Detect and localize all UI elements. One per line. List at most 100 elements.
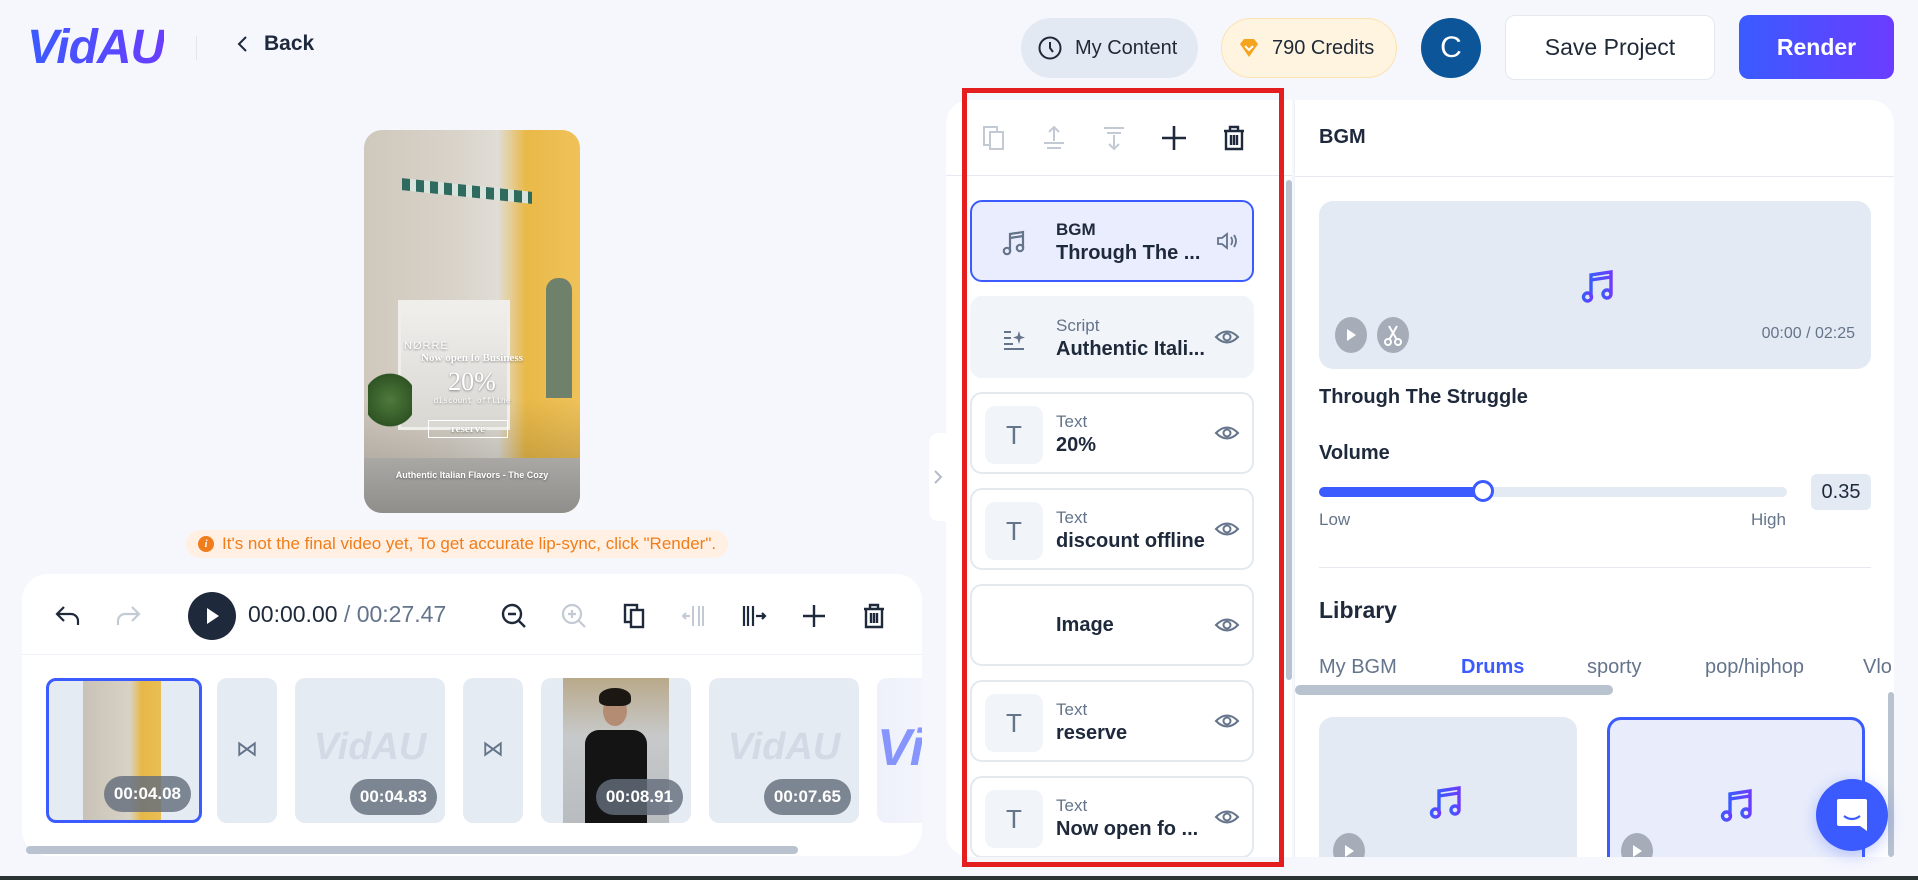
panel-divider — [1295, 176, 1894, 177]
clip-watermark: VidAU — [727, 726, 841, 768]
clip-5[interactable]: Vi — [877, 678, 922, 823]
layer-item-bgm[interactable]: BGM Through The ... — [970, 200, 1254, 282]
clip-3[interactable]: 00:08.91 — [541, 678, 691, 823]
layer-name: discount offline — [1056, 530, 1205, 552]
volume-label: Volume — [1319, 442, 1390, 464]
properties-scrollbar[interactable] — [1888, 692, 1894, 857]
layer-name: 20% — [1056, 434, 1097, 456]
volume-value-input[interactable]: 0.35 — [1811, 474, 1871, 510]
track-play-button[interactable] — [1621, 833, 1653, 857]
tab-drums[interactable]: Drums — [1461, 656, 1524, 679]
render-button[interactable]: Render — [1739, 15, 1894, 79]
preview-reserve-text[interactable]: reserve — [428, 420, 508, 438]
clip-4[interactable]: VidAU 00:07.65 — [709, 678, 859, 823]
timeline-scrollbar[interactable] — [26, 846, 798, 854]
play-button[interactable] — [188, 592, 236, 640]
eye-icon[interactable] — [1214, 324, 1240, 350]
volume-icon[interactable] — [1214, 228, 1240, 254]
my-content-label: My Content — [1075, 36, 1178, 59]
library-track-card[interactable] — [1319, 717, 1577, 857]
text-type-icon: T — [985, 694, 1043, 752]
eye-icon[interactable] — [1214, 612, 1240, 638]
play-icon — [1345, 845, 1354, 857]
zoom-in-button[interactable] — [554, 598, 594, 634]
eye-icon[interactable] — [1214, 804, 1240, 830]
zoom-out-button[interactable] — [494, 598, 534, 634]
split-right-button[interactable] — [734, 598, 774, 634]
tab-sporty[interactable]: sporty — [1587, 656, 1641, 679]
transition-1[interactable]: ⋈ — [217, 678, 277, 823]
clip-duration: 00:08.91 — [595, 779, 683, 815]
redo-button[interactable] — [108, 598, 148, 634]
volume-slider[interactable] — [1319, 480, 1787, 502]
credits-badge[interactable]: 790 Credits — [1221, 18, 1397, 78]
undo-button[interactable] — [48, 598, 88, 634]
layer-item-text-reserve[interactable]: T Text reserve — [970, 680, 1254, 762]
clip-1[interactable]: 00:04.08 — [46, 678, 202, 823]
layer-type: Text — [1056, 700, 1088, 719]
eye-icon[interactable] — [1214, 708, 1240, 734]
bring-forward-button[interactable] — [1034, 120, 1074, 156]
save-project-button[interactable]: Save Project — [1505, 15, 1715, 80]
chat-support-button[interactable] — [1816, 779, 1888, 851]
back-button[interactable]: Back — [236, 32, 314, 56]
library-tabs-scrollbar[interactable] — [1295, 685, 1613, 695]
transition-2[interactable]: ⋈ — [463, 678, 523, 823]
volume-low-label: Low — [1319, 510, 1351, 529]
layer-item-text-now-open[interactable]: T Text Now open fo ... — [970, 776, 1254, 857]
preview-headline-text[interactable]: Now open fo Business — [364, 352, 580, 364]
video-preview[interactable]: NØRRE Now open fo Business 20% discount … — [364, 130, 580, 513]
layer-item-text-discount[interactable]: T Text discount offline — [970, 488, 1254, 570]
duplicate-icon — [623, 603, 645, 629]
layer-item-text-20[interactable]: T Text 20% — [970, 392, 1254, 474]
layers-scrollbar[interactable] — [1286, 180, 1292, 680]
preview-percent-text[interactable]: 20% — [364, 367, 580, 397]
header-divider — [196, 36, 197, 60]
split-left-icon — [681, 606, 704, 626]
layer-duplicate-button[interactable] — [974, 120, 1014, 156]
panel-title: BGM — [1319, 126, 1366, 148]
add-layer-button[interactable] — [1154, 120, 1194, 156]
add-clip-button[interactable] — [794, 598, 834, 634]
tab-pop-hiphop[interactable]: pop/hiphop — [1705, 656, 1804, 679]
collapse-panel-button[interactable] — [929, 433, 947, 521]
my-content-button[interactable]: My Content — [1021, 18, 1198, 78]
send-backward-button[interactable] — [1094, 120, 1134, 156]
layer-item-script[interactable]: Script Authentic Itali... — [970, 296, 1254, 378]
layer-name: Now open fo ... — [1056, 818, 1199, 840]
clip-2[interactable]: VidAU 00:04.83 — [295, 678, 445, 823]
library-tabs: My BGM Drums sporty pop/hiphop Vlo — [1319, 656, 1894, 686]
send-backward-icon — [1104, 127, 1124, 151]
audio-play-button[interactable] — [1335, 317, 1367, 353]
split-left-button[interactable] — [674, 598, 714, 634]
duplicate-button[interactable] — [614, 598, 654, 634]
vidau-logo[interactable]: VidAU — [27, 22, 165, 74]
eye-icon[interactable] — [1214, 420, 1240, 446]
tab-vlog[interactable]: Vlo — [1863, 656, 1892, 679]
delete-clip-button[interactable] — [854, 598, 894, 634]
trash-icon — [864, 603, 884, 629]
audio-trim-button[interactable] — [1377, 317, 1409, 353]
text-type-icon: T — [985, 406, 1043, 464]
chat-bubble-icon — [1837, 799, 1867, 831]
track-play-button[interactable] — [1333, 833, 1365, 857]
preview-discount-text[interactable]: discount offline — [364, 396, 580, 405]
eye-icon[interactable] — [1214, 516, 1240, 542]
volume-high-label: High — [1751, 510, 1786, 529]
clip-duration: 00:04.08 — [103, 776, 191, 812]
transition-icon: ⋈ — [236, 736, 258, 761]
delete-layer-button[interactable] — [1214, 120, 1254, 156]
preview-caption[interactable]: Authentic Italian Flavors - The Cozy — [364, 470, 580, 480]
layer-item-image[interactable]: Image — [970, 584, 1254, 666]
user-avatar[interactable]: C — [1421, 18, 1481, 78]
track-name: Through The Struggle — [1319, 386, 1528, 408]
text-type-icon: T — [985, 502, 1043, 560]
timeline-controls: 00:00.00 / 00:27.47 — [22, 574, 922, 654]
tab-my-bgm[interactable]: My BGM — [1319, 656, 1397, 679]
clip-watermark: VidAU — [313, 726, 427, 768]
total-time: 00:27.47 — [356, 601, 447, 627]
current-time: 00:00.00 — [248, 601, 338, 627]
trash-icon — [1224, 125, 1244, 151]
volume-slider-handle[interactable] — [1471, 480, 1494, 502]
timecode: 00:00.00 / 00:27.47 — [248, 601, 446, 628]
